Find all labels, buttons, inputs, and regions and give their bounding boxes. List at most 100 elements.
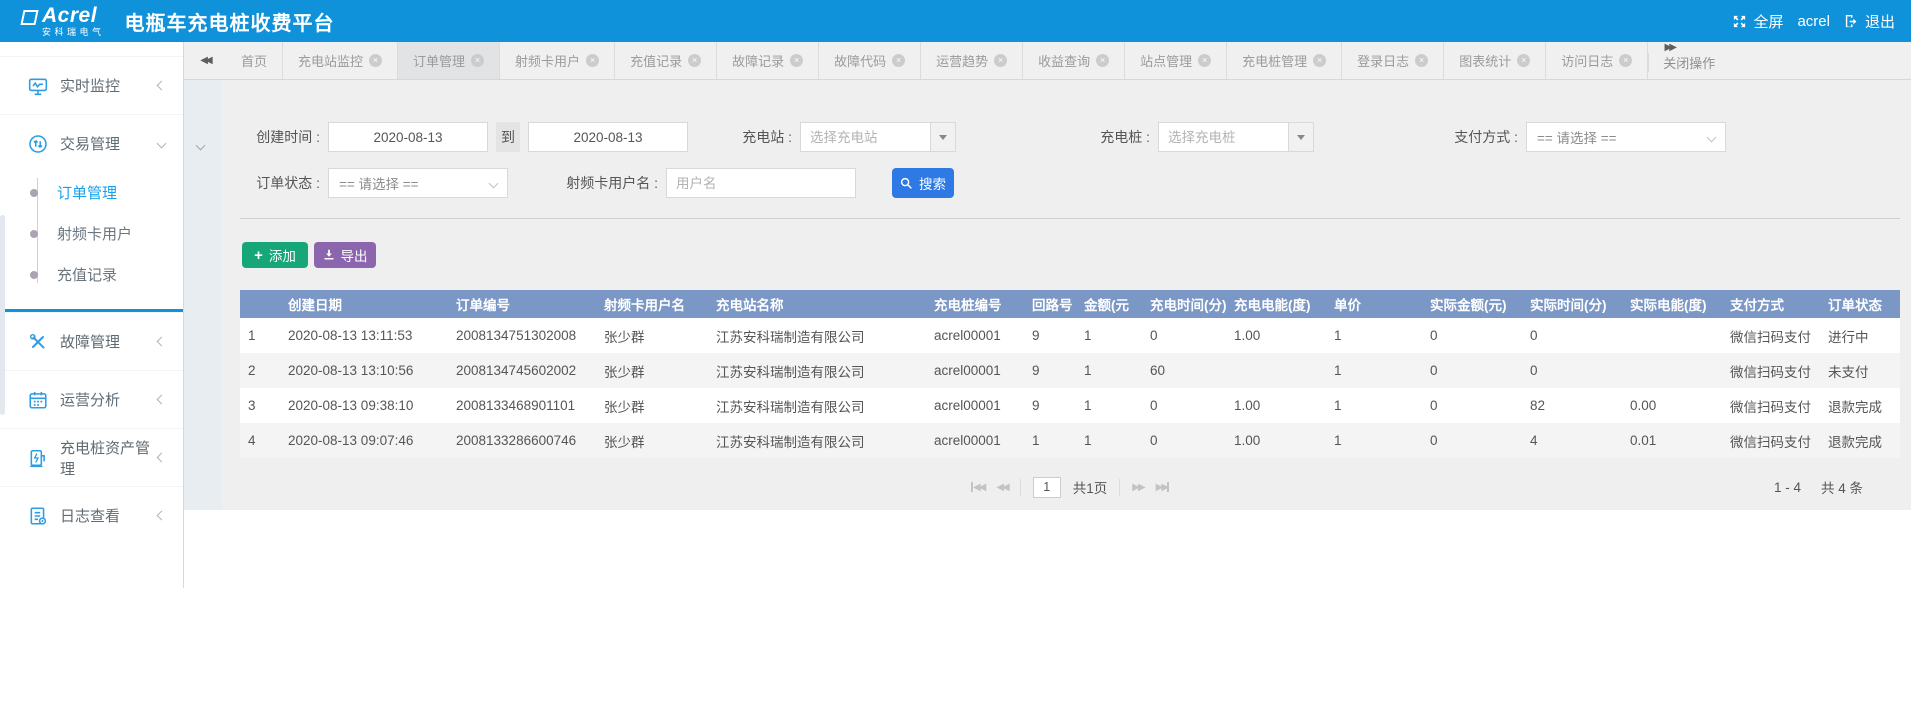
table-cell: 3 bbox=[240, 388, 280, 423]
table-row[interactable]: 22020-08-13 13:10:562008134745602002张少群江… bbox=[240, 353, 1900, 388]
sidebar-item-label: 交易管理 bbox=[60, 133, 120, 154]
tab-label: 站点管理 bbox=[1140, 51, 1192, 70]
first-page-button[interactable]: ◀◀ bbox=[971, 482, 984, 493]
sidebar-item-fault-management[interactable]: 故障管理 bbox=[0, 312, 183, 370]
table-cell: 江苏安科瑞制造有限公司 bbox=[708, 318, 926, 353]
tab[interactable]: 订单管理 × bbox=[398, 42, 500, 79]
page-number-input[interactable] bbox=[1033, 477, 1061, 498]
pile-combobox-input[interactable] bbox=[1158, 122, 1288, 152]
sidebar-item-label: 运营分析 bbox=[60, 389, 120, 410]
table-cell: 江苏安科瑞制造有限公司 bbox=[708, 388, 926, 423]
table-cell: 进行中 bbox=[1820, 318, 1900, 353]
table-header-cell: 单价 bbox=[1326, 290, 1422, 318]
sidebar-submenu: 订单管理 射频卡用户 充值记录 bbox=[0, 172, 183, 295]
tab-close-icon[interactable]: × bbox=[471, 54, 484, 67]
tab-close-icon[interactable]: × bbox=[1619, 54, 1632, 67]
collapse-chevron-icon[interactable] bbox=[196, 141, 206, 151]
tab-close-icon[interactable]: × bbox=[892, 54, 905, 67]
tab-close-icon[interactable]: × bbox=[688, 54, 701, 67]
sidebar-item-charging-pile-assets[interactable]: 充电桩资产管理 bbox=[0, 428, 183, 486]
next-page-button[interactable]: ▶▶ bbox=[1132, 482, 1143, 493]
tabs-scroll-left-button[interactable]: ◀◀ bbox=[184, 42, 226, 79]
station-combobox-input[interactable] bbox=[800, 122, 930, 152]
export-button[interactable]: 导出 bbox=[314, 242, 376, 268]
total-pages-label: 共1页 bbox=[1073, 477, 1108, 497]
page-title: 电瓶车充电桩收费平台 bbox=[125, 7, 335, 36]
tab[interactable]: 站点管理 × bbox=[1125, 42, 1227, 79]
sidebar-item-transaction-management[interactable]: 交易管理 bbox=[0, 114, 183, 172]
tab-close-icon[interactable]: × bbox=[1415, 54, 1428, 67]
table-row[interactable]: 12020-08-13 13:11:532008134751302008张少群江… bbox=[240, 318, 1900, 353]
tabs: 首页 × 充电站监控 × 订单管理 × 射频卡用户 × 充值记录 × 故障记录 … bbox=[226, 42, 1648, 79]
sidebar-subitem-order-management[interactable]: 订单管理 bbox=[0, 172, 183, 213]
tab-close-icon[interactable]: × bbox=[1517, 54, 1530, 67]
tab-close-icon[interactable]: × bbox=[586, 54, 599, 67]
add-button[interactable]: + 添加 bbox=[242, 242, 308, 268]
tab[interactable]: 图表统计 × bbox=[1444, 42, 1546, 79]
sidebar-item-realtime-monitoring[interactable]: 实时监控 bbox=[0, 56, 183, 114]
tab-close-icon[interactable]: × bbox=[790, 54, 803, 67]
table-header-cell: 充电时间(分) bbox=[1142, 290, 1226, 318]
tab[interactable]: 充值记录 × bbox=[615, 42, 717, 79]
table-cell: 1 bbox=[1326, 388, 1422, 423]
table-cell: 9 bbox=[1024, 353, 1076, 388]
table-header-cell: 充电桩编号 bbox=[926, 290, 1024, 318]
tab[interactable]: 射频卡用户 × bbox=[500, 42, 615, 79]
tab-close-icon[interactable]: × bbox=[994, 54, 1007, 67]
username[interactable]: acrel bbox=[1797, 13, 1830, 30]
tab-close-icon[interactable]: × bbox=[369, 54, 382, 67]
tab-close-icon[interactable]: × bbox=[1096, 54, 1109, 67]
tab[interactable]: 故障代码 × bbox=[819, 42, 921, 79]
pay-method-select[interactable]: == 请选择 == bbox=[1526, 122, 1726, 152]
pagination: ◀◀ ◀◀ 共1页 ▶▶ ▶▶ bbox=[240, 472, 1900, 502]
sidebar-item-operations-analysis[interactable]: 运营分析 bbox=[0, 370, 183, 428]
tab[interactable]: 收益查询 × bbox=[1023, 42, 1125, 79]
tab[interactable]: 充电站监控 × bbox=[283, 42, 398, 79]
tab[interactable]: 访问日志 × bbox=[1546, 42, 1648, 79]
tab-close-icon[interactable]: × bbox=[1313, 54, 1326, 67]
tab[interactable]: 运营趋势 × bbox=[921, 42, 1023, 79]
table-cell: 江苏安科瑞制造有限公司 bbox=[708, 353, 926, 388]
last-page-button[interactable]: ▶▶ bbox=[1156, 482, 1169, 493]
table-cell: 82 bbox=[1522, 388, 1622, 423]
search-button[interactable]: 搜索 bbox=[892, 168, 954, 198]
table-cell: 2008133468901101 bbox=[448, 388, 596, 423]
tabs-scroll-right-button[interactable]: ▶▶ bbox=[1648, 42, 1690, 53]
sidebar-subitem-rfid-card-users[interactable]: 射频卡用户 bbox=[0, 213, 183, 254]
tab[interactable]: 故障记录 × bbox=[717, 42, 819, 79]
sidebar-subitem-recharge-records[interactable]: 充值记录 bbox=[0, 254, 183, 295]
sidebar-item-label: 充电桩资产管理 bbox=[60, 437, 158, 479]
close-operations-button[interactable]: 关闭操作 bbox=[1648, 53, 1729, 72]
rfid-username-label: 射频卡用户名 : bbox=[550, 173, 658, 193]
date-from-input[interactable] bbox=[328, 122, 488, 152]
chevron-left-icon bbox=[157, 511, 167, 521]
tab[interactable]: 首页 × bbox=[226, 42, 283, 79]
logout-button[interactable]: 退出 bbox=[1844, 11, 1895, 32]
order-status-select[interactable]: == 请选择 == bbox=[328, 168, 508, 198]
bullet-icon bbox=[30, 189, 38, 197]
pay-method-value: == 请选择 == bbox=[1537, 127, 1617, 147]
sidebar-item-label: 实时监控 bbox=[60, 75, 120, 96]
acrel-logo-mark-icon bbox=[20, 10, 38, 25]
export-label: 导出 bbox=[341, 245, 368, 265]
station-dropdown-button[interactable] bbox=[930, 122, 956, 152]
table-row[interactable]: 32020-08-13 09:38:102008133468901101张少群江… bbox=[240, 388, 1900, 423]
export-download-icon bbox=[323, 249, 335, 261]
sidebar-subitem-label: 充值记录 bbox=[57, 264, 117, 285]
tab-close-icon[interactable]: × bbox=[1198, 54, 1211, 67]
chevron-left-icon bbox=[157, 81, 167, 91]
table-cell: 2 bbox=[240, 353, 280, 388]
chevron-down-icon bbox=[1707, 132, 1717, 142]
filter-divider bbox=[240, 218, 1900, 219]
rfid-username-input[interactable] bbox=[666, 168, 856, 198]
tab[interactable]: 登录日志 × bbox=[1342, 42, 1444, 79]
fullscreen-button[interactable]: 全屏 bbox=[1732, 11, 1783, 32]
table-row[interactable]: 42020-08-13 09:07:462008133286600746张少群江… bbox=[240, 423, 1900, 458]
tab[interactable]: 充电桩管理 × bbox=[1227, 42, 1342, 79]
date-to-input[interactable] bbox=[528, 122, 688, 152]
sidebar-item-log-viewer[interactable]: 日志查看 bbox=[0, 486, 183, 544]
acrel-logo: Acrel 安科瑞电气 bbox=[22, 5, 105, 37]
prev-page-button[interactable]: ◀◀ bbox=[996, 482, 1007, 493]
app: Acrel 安科瑞电气 电瓶车充电桩收费平台 全屏 acrel bbox=[0, 0, 1911, 719]
pile-dropdown-button[interactable] bbox=[1288, 122, 1314, 152]
